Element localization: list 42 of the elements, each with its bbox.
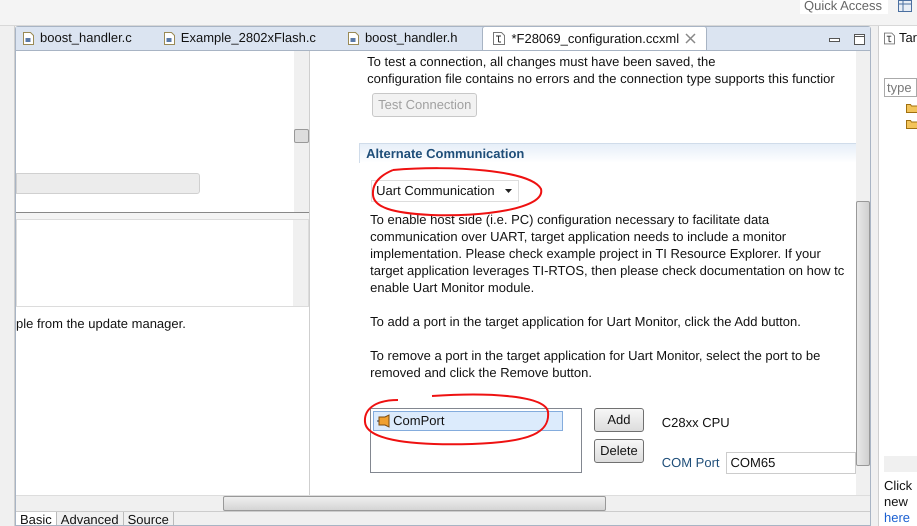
filter-field[interactable]: type [884, 78, 917, 97]
description-text: To enable host side (i.e. PC) configuration necessary to facilitate data communication over UART, target application needs to include a monitor implementation. Please check example project in TI Resource Explorer. If your target application leverages TI-RTOS, then please check documentation on how tc enable Uart Monitor module. [370, 211, 846, 296]
hint-text: Click [884, 478, 914, 494]
close-icon[interactable] [685, 33, 696, 44]
section-header: Alternate Communication [359, 143, 856, 163]
folder-icon [906, 103, 917, 113]
file-icon [348, 32, 359, 44]
update-manager-message: ple from the update manager. [16, 315, 187, 333]
port-icon [377, 414, 392, 428]
vertical-scrollbar[interactable] [856, 51, 870, 495]
file-icon [23, 32, 34, 44]
editor-tab[interactable]: boost_handler.h [340, 26, 464, 50]
minimize-icon[interactable] [829, 38, 840, 43]
hint-text: new [884, 494, 909, 510]
port-button[interactable]: Delete [594, 439, 644, 463]
here-link[interactable]: here [884, 510, 910, 525]
port-list-item[interactable]: ComPort [373, 411, 564, 431]
test-connection-description: To test a connection, all changes must have been saved, the configuration file contains no errors and the connection type supports this functior [366, 53, 836, 87]
editor-tab[interactable]: *F28069_configuration.ccxml [482, 26, 708, 50]
cpu-label: C28xx CPU [662, 414, 731, 432]
description-text: To add a port in the target application for Uart Monitor, click the Add button. [370, 313, 802, 330]
maximize-icon[interactable] [854, 34, 865, 45]
description-text: To remove a port in the target application for Uart Monitor, select the port to be removed and click the Remove button. [370, 347, 822, 381]
editor-page-tab[interactable]: Basic [16, 512, 57, 525]
editor-tab[interactable]: boost_handler.c [16, 26, 139, 50]
vertical-scrollbar[interactable] [293, 220, 308, 306]
config-file-icon [884, 32, 895, 44]
editor-page-tab[interactable]: Source [124, 512, 174, 525]
port-button[interactable]: Add [594, 408, 644, 432]
horizontal-scrollbar[interactable] [16, 495, 870, 511]
folder-icon [906, 119, 917, 129]
perspective-icon[interactable] [898, 0, 912, 12]
quick-access-field[interactable]: Quick Access [800, 0, 888, 14]
editor-tab[interactable]: Example_2802xFlash.c [156, 26, 323, 50]
dropdown-caret-icon [504, 189, 512, 193]
view-tab[interactable]: Tar [898, 28, 917, 48]
communication-dropdown[interactable]: Uart Communication [371, 180, 519, 202]
vertical-scrollbar[interactable] [294, 51, 310, 212]
com-port-label: COM Port [662, 454, 720, 472]
file-icon [164, 32, 175, 44]
com-port-field[interactable]: COM65 [726, 452, 856, 474]
config-file-icon [493, 32, 506, 45]
